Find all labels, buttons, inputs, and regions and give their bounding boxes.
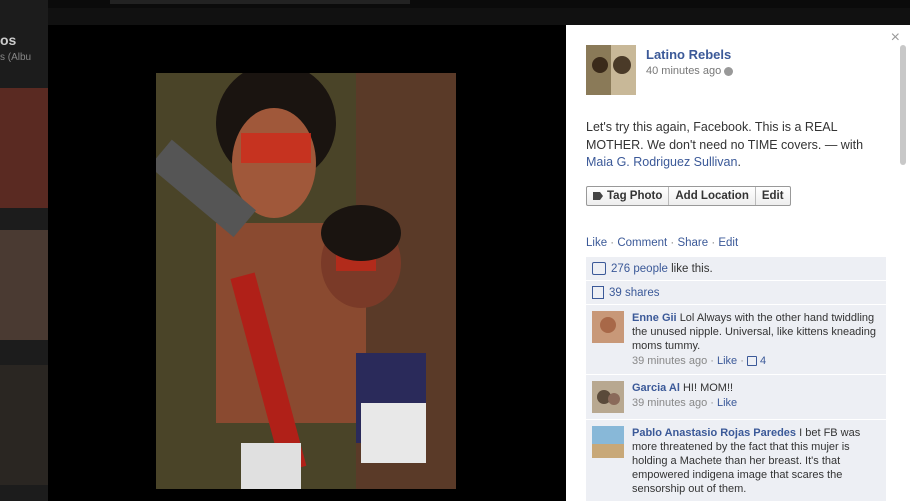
avatar-image — [586, 45, 636, 95]
separator: · — [667, 237, 678, 249]
post-timestamp: 40 minutes ago — [646, 65, 734, 77]
tag-photo-button[interactable]: Tag Photo — [587, 187, 670, 205]
caption-text: Let's try this again, Facebook. This is … — [586, 120, 864, 152]
post-time-text[interactable]: 40 minutes ago — [646, 65, 721, 77]
photo-actions: Tag Photo Add Location Edit — [586, 186, 791, 206]
shares-row: 39 shares — [586, 281, 886, 305]
comment-time[interactable]: 39 minutes ago — [632, 397, 707, 409]
photo-sidebar: × Latino Rebels 40 minutes ago Let's try… — [566, 25, 910, 501]
like-link[interactable]: Like — [586, 237, 607, 249]
commenter-avatar[interactable] — [592, 311, 624, 343]
thumbs-up-icon — [746, 356, 757, 367]
feedback-panel: 276 people like this. 39 shares Enne Gii… — [586, 257, 886, 501]
background-thumbnail — [0, 365, 48, 485]
commenter-avatar[interactable] — [592, 381, 624, 413]
tag-icon — [593, 192, 603, 200]
commenter-name[interactable]: Enne Gii — [632, 312, 677, 324]
comment-link[interactable]: Comment — [617, 237, 667, 249]
scrollbar[interactable] — [900, 45, 906, 165]
likes-count-link[interactable]: 276 people — [611, 263, 668, 275]
edit-link[interactable]: Edit — [718, 237, 738, 249]
author-name[interactable]: Latino Rebels — [646, 47, 731, 62]
post-action-links: Like · Comment · Share · Edit — [586, 237, 738, 249]
comment-item: Pablo Anastasio Rojas Paredes I bet FB w… — [586, 420, 886, 501]
add-location-button[interactable]: Add Location — [669, 187, 756, 205]
shares-icon — [592, 286, 604, 299]
comment-item: Garcia Al HI! MOM!! 39 minutes ago · Lik… — [586, 375, 886, 420]
tagged-user-link[interactable]: Maia G. Rodriguez Sullivan — [586, 155, 737, 169]
commenter-avatar[interactable] — [592, 426, 624, 458]
globe-icon — [724, 66, 734, 76]
photo — [156, 73, 456, 489]
tag-photo-label: Tag Photo — [607, 190, 663, 202]
shares-link[interactable]: 39 shares — [609, 287, 660, 299]
background-thumbnail — [0, 230, 48, 340]
comment-time[interactable]: 39 minutes ago — [632, 355, 707, 367]
commenter-name[interactable]: Pablo Anastasio Rojas Paredes — [632, 427, 796, 439]
commenter-name[interactable]: Garcia Al — [632, 382, 680, 394]
comment-text: HI! MOM!! — [682, 382, 734, 394]
comment-item: Enne Gii Lol Always with the other hand … — [586, 305, 886, 375]
photo-image — [156, 73, 456, 489]
background-album-strip: os s (Albu — [0, 0, 48, 501]
photo-stage — [48, 25, 566, 501]
share-link[interactable]: Share — [677, 237, 708, 249]
avatar[interactable] — [586, 45, 636, 95]
comment-like-count[interactable]: 4 — [760, 355, 766, 367]
close-icon[interactable]: × — [891, 29, 900, 47]
post-caption: Let's try this again, Facebook. This is … — [586, 119, 886, 172]
caption-end: . — [737, 155, 741, 169]
background-title: os — [0, 32, 17, 48]
thumbs-up-icon — [592, 262, 606, 275]
comment-like-link[interactable]: Like — [717, 355, 737, 367]
background-thumbnail — [0, 88, 48, 208]
comment-like-link[interactable]: Like — [717, 397, 737, 409]
top-strip — [0, 0, 910, 8]
background-subtitle: s (Albu — [0, 52, 32, 63]
separator: · — [708, 237, 719, 249]
edit-button[interactable]: Edit — [756, 187, 790, 205]
likes-suffix: like this. — [667, 262, 713, 275]
likes-row: 276 people like this. — [586, 257, 886, 281]
separator: · — [607, 237, 618, 249]
top-bar — [110, 0, 410, 4]
